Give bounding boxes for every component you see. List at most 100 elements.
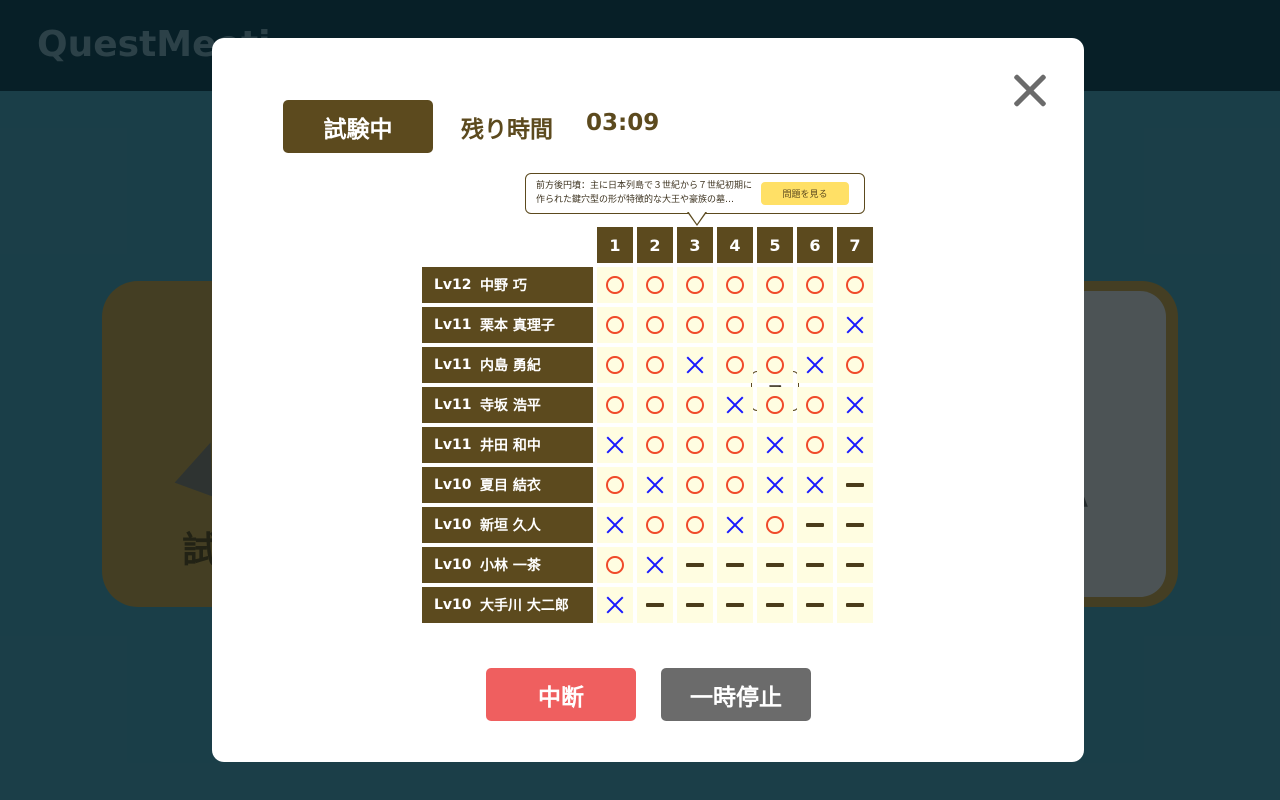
player-name: 栗本 真理子 [480, 318, 555, 334]
result-cell [797, 467, 833, 503]
question-text: 前方後円墳：主に日本列島で３世紀から７世紀初期に作られた鍵穴型の形が特徴的な大王… [536, 181, 752, 205]
cross-incorrect-icon [686, 356, 704, 374]
result-cell [797, 547, 833, 583]
question-bubble: 前方後円墳：主に日本列島で３世紀から７世紀初期に作られた鍵穴型の形が特徴的な大王… [525, 173, 865, 226]
result-cell [677, 547, 713, 583]
circle-correct-icon [686, 476, 704, 494]
question-number-header[interactable]: 2 [637, 227, 673, 263]
result-cell [597, 587, 633, 623]
result-cell [637, 307, 673, 343]
circle-correct-icon [646, 276, 664, 294]
dash-unanswered-icon [806, 523, 824, 527]
circle-correct-icon [646, 396, 664, 414]
circle-correct-icon [766, 316, 784, 334]
circle-correct-icon [686, 316, 704, 334]
result-cell [597, 347, 633, 383]
cross-incorrect-icon [766, 476, 784, 494]
player-level: Lv12 [434, 277, 472, 293]
result-cell [757, 587, 793, 623]
question-number-header[interactable]: 1 [597, 227, 633, 263]
circle-correct-icon [846, 276, 864, 294]
result-cell [717, 267, 753, 303]
cross-incorrect-icon [726, 516, 744, 534]
result-cell [757, 507, 793, 543]
circle-correct-icon [766, 516, 784, 534]
question-number-header[interactable]: 4 [717, 227, 753, 263]
player-level: Lv10 [434, 517, 472, 533]
player-name: 中野 巧 [480, 278, 527, 294]
dash-unanswered-icon [846, 523, 864, 527]
result-cell [717, 307, 753, 343]
player-name: 大手川 大二郎 [480, 598, 569, 614]
result-cell [797, 307, 833, 343]
circle-correct-icon [686, 436, 704, 454]
result-cell [837, 427, 873, 463]
circle-correct-icon [726, 476, 744, 494]
result-cell [597, 427, 633, 463]
player-level: Lv10 [434, 597, 472, 613]
player-name: 夏目 結衣 [480, 478, 541, 494]
question-number-header[interactable]: 7 [837, 227, 873, 263]
abort-button[interactable]: 中断 [486, 668, 636, 721]
circle-correct-icon [686, 396, 704, 414]
result-cell [677, 467, 713, 503]
question-number-header[interactable]: 3 [677, 227, 713, 263]
cross-incorrect-icon [606, 436, 624, 454]
circle-correct-icon [686, 276, 704, 294]
player-name: 井田 和中 [480, 438, 541, 454]
result-cell [837, 347, 873, 383]
cross-incorrect-icon [846, 316, 864, 334]
result-cell [717, 387, 753, 423]
question-number-header[interactable]: 5 [757, 227, 793, 263]
result-cell [677, 587, 713, 623]
cross-incorrect-icon [726, 396, 744, 414]
player-name: 小林 一茶 [480, 558, 541, 574]
pause-button[interactable]: 一時停止 [661, 668, 811, 721]
result-cell [637, 507, 673, 543]
dash-unanswered-icon [766, 603, 784, 607]
result-cell [797, 507, 833, 543]
result-cell [717, 507, 753, 543]
player-level: Lv10 [434, 557, 472, 573]
circle-correct-icon [846, 356, 864, 374]
player-row: Lv11 内島 勇紀 [422, 347, 593, 383]
question-number-header[interactable]: 6 [797, 227, 833, 263]
result-cell [637, 467, 673, 503]
status-badge: 試験中 [283, 100, 433, 153]
result-cell [597, 307, 633, 343]
cross-incorrect-icon [766, 436, 784, 454]
cross-incorrect-icon [846, 436, 864, 454]
result-cell [597, 467, 633, 503]
dash-unanswered-icon [766, 563, 784, 567]
circle-correct-icon [646, 356, 664, 374]
exam-modal: 試験中 残り時間 03:09 前方後円墳：主に日本列島で３世紀から７世紀初期に作… [212, 38, 1084, 762]
result-cell [797, 387, 833, 423]
result-cell [837, 547, 873, 583]
result-cell [717, 347, 753, 383]
result-cell [837, 467, 873, 503]
player-row: Lv12 中野 巧 [422, 267, 593, 303]
result-cell [677, 267, 713, 303]
result-cell [757, 387, 793, 423]
circle-correct-icon [606, 276, 624, 294]
result-cell [757, 347, 793, 383]
result-cell [757, 307, 793, 343]
player-row: Lv11 井田 和中 [422, 427, 593, 463]
result-cell [677, 427, 713, 463]
player-level: Lv11 [434, 357, 472, 373]
dash-unanswered-icon [806, 563, 824, 567]
dash-unanswered-icon [686, 603, 704, 607]
dash-unanswered-icon [726, 563, 744, 567]
circle-correct-icon [606, 316, 624, 334]
result-cell [637, 267, 673, 303]
question-bubble-tail [687, 211, 707, 226]
cross-incorrect-icon [606, 516, 624, 534]
result-cell [637, 547, 673, 583]
dash-unanswered-icon [686, 563, 704, 567]
close-icon[interactable] [1012, 72, 1048, 108]
result-cell [837, 587, 873, 623]
result-cell [797, 267, 833, 303]
circle-correct-icon [726, 436, 744, 454]
view-question-button[interactable]: 問題を見る [761, 182, 849, 205]
result-cell [757, 467, 793, 503]
